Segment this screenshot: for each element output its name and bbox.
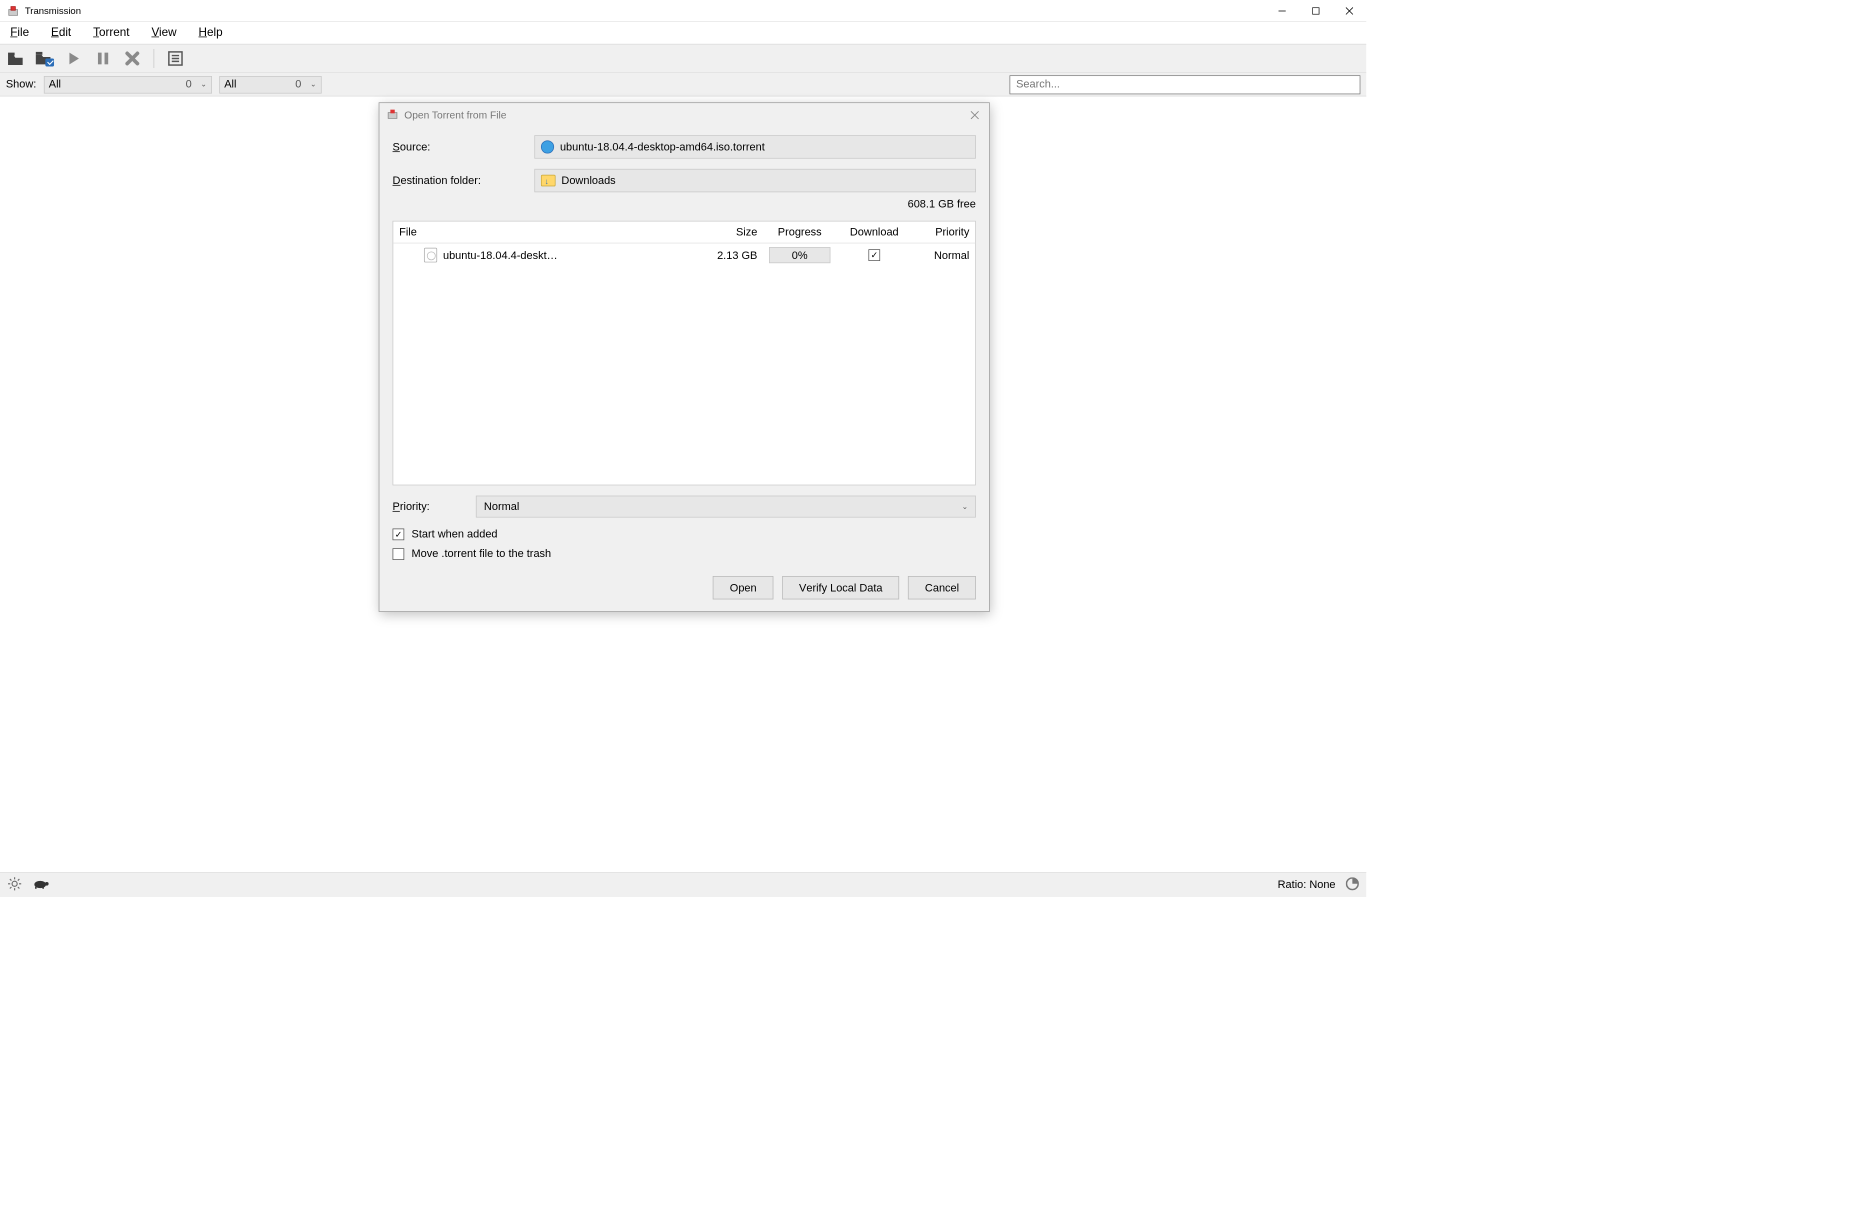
source-field[interactable]: ubuntu-18.04.4-desktop-amd64.iso.torrent: [534, 135, 976, 158]
start-when-added-checkbox[interactable]: ✓: [393, 528, 405, 540]
dialog-close-button[interactable]: [967, 107, 982, 122]
file-size: 2.13 GB: [690, 243, 763, 266]
chevron-down-icon: ⌄: [962, 503, 968, 511]
status-filter-value: All: [49, 78, 61, 90]
close-button[interactable]: [1333, 0, 1367, 22]
menubar: File Edit Torrent View Help: [0, 22, 1366, 44]
menu-file[interactable]: File: [7, 24, 32, 42]
status-filter-count: 0: [186, 78, 192, 90]
menu-help[interactable]: Help: [196, 24, 226, 42]
settings-icon[interactable]: [7, 876, 22, 894]
tracker-filter-combo[interactable]: All 0 ⌄: [219, 76, 321, 94]
start-when-added-label: Start when added: [412, 528, 498, 540]
free-space-label: 608.1 GB free: [393, 198, 976, 210]
tracker-filter-value: All: [224, 78, 236, 90]
menu-view[interactable]: View: [149, 24, 180, 42]
col-progress-header[interactable]: Progress: [763, 221, 836, 242]
window-title: Transmission: [25, 5, 81, 16]
play-icon[interactable]: [64, 49, 83, 68]
menu-edit[interactable]: Edit: [48, 24, 74, 42]
download-checkbox[interactable]: ✓: [868, 249, 880, 261]
file-priority[interactable]: Normal: [912, 243, 975, 266]
col-file-header[interactable]: File: [393, 221, 690, 242]
app-icon: [387, 108, 399, 122]
move-to-trash-checkbox[interactable]: [393, 548, 405, 560]
tracker-filter-count: 0: [295, 78, 301, 90]
file-table-header: File Size Progress Download Priority: [393, 221, 975, 243]
toolbar-separator: [154, 49, 155, 68]
open-torrent-icon[interactable]: [6, 49, 25, 68]
table-row[interactable]: ubuntu-18.04.4-deskt… 2.13 GB 0% ✓ Norma…: [393, 243, 975, 266]
filter-bar: Show: All 0 ⌄ All 0 ⌄: [0, 73, 1366, 96]
file-name: ubuntu-18.04.4-deskt…: [443, 249, 558, 261]
dialog-titlebar: Open Torrent from File: [379, 103, 989, 126]
priority-label: Priority:: [393, 500, 466, 512]
main-window: Transmission File Edit Torrent View Help…: [0, 0, 1366, 897]
stats-mode-icon[interactable]: [1346, 877, 1359, 893]
app-icon: [6, 3, 21, 18]
source-value: ubuntu-18.04.4-desktop-amd64.iso.torrent: [560, 141, 765, 153]
chevron-down-icon: ⌄: [310, 80, 316, 88]
move-to-trash-label: Move .torrent file to the trash: [412, 548, 552, 560]
statusbar: Ratio: None: [0, 872, 1366, 897]
show-label: Show:: [6, 78, 36, 90]
minimize-button[interactable]: [1265, 0, 1299, 22]
file-table: File Size Progress Download Priority ubu…: [393, 221, 976, 486]
toolbar: [0, 44, 1366, 73]
col-priority-header[interactable]: Priority: [912, 221, 975, 242]
properties-icon[interactable]: [166, 49, 185, 68]
destination-field[interactable]: ↓ Downloads: [534, 169, 976, 192]
turtle-icon[interactable]: [32, 878, 50, 891]
open-torrent-dialog: Open Torrent from File Source: ubuntu-18…: [379, 102, 990, 612]
verify-button[interactable]: Verify Local Data: [782, 576, 899, 599]
destination-label: Destination folder:: [393, 174, 525, 186]
file-icon: [424, 248, 437, 263]
priority-value: Normal: [484, 500, 519, 512]
priority-select[interactable]: Normal ⌄: [476, 496, 976, 518]
remove-icon[interactable]: [123, 49, 142, 68]
source-label: Source:: [393, 141, 525, 153]
torrent-list-area: Open Torrent from File Source: ubuntu-18…: [0, 96, 1366, 872]
status-filter-combo[interactable]: All 0 ⌄: [44, 76, 212, 94]
file-progress: 0%: [769, 247, 830, 263]
menu-torrent[interactable]: Torrent: [90, 24, 132, 42]
pause-icon[interactable]: [94, 49, 113, 68]
globe-icon: [541, 140, 554, 153]
open-url-icon[interactable]: [35, 49, 54, 68]
destination-value: Downloads: [561, 174, 615, 186]
ratio-label: Ratio: None: [1278, 879, 1336, 891]
titlebar: Transmission: [0, 0, 1366, 22]
dialog-title: Open Torrent from File: [404, 109, 506, 121]
folder-icon: ↓: [541, 175, 556, 187]
col-size-header[interactable]: Size: [690, 221, 763, 242]
open-button[interactable]: Open: [713, 576, 773, 599]
cancel-button[interactable]: Cancel: [908, 576, 976, 599]
chevron-down-icon: ⌄: [201, 80, 207, 88]
col-download-header[interactable]: Download: [836, 221, 912, 242]
maximize-button[interactable]: [1299, 0, 1333, 22]
search-input[interactable]: [1010, 75, 1361, 94]
